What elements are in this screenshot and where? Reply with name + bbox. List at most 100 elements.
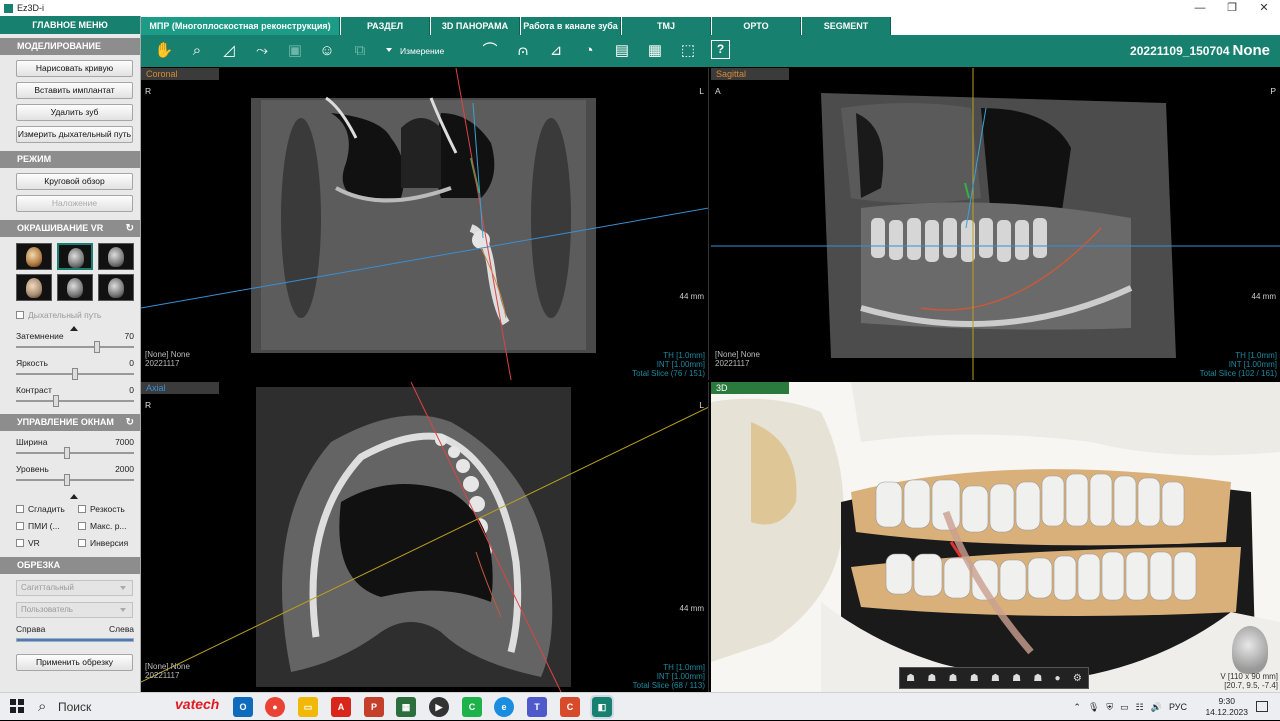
section-modeling[interactable]: МОДЕЛИРОВАНИЕ xyxy=(0,38,140,55)
vr-preset-thumbnail[interactable] xyxy=(98,243,134,270)
layout-icon[interactable]: ▤ xyxy=(611,40,633,62)
sagittal-viewport[interactable]: Sagittal A P 44 mm [None] None 20221117 T… xyxy=(711,68,1280,380)
view-settings-icon[interactable]: ⚙ xyxy=(1073,673,1082,684)
slider-knob[interactable] xyxy=(94,341,101,353)
measure-menu[interactable]: Измерение xyxy=(400,35,444,67)
edge-icon[interactable]: e xyxy=(494,697,514,717)
measure-airway-button[interactable]: Измерить дыхательный путь xyxy=(16,126,133,143)
max-checkbox[interactable]: Макс. р... xyxy=(78,518,140,534)
vr-checkbox[interactable]: VR xyxy=(16,535,78,551)
clock[interactable]: 9:30 14.12.2023 xyxy=(1205,696,1248,718)
arch-teeth-icon[interactable]: ⩀ xyxy=(512,40,534,62)
red-app-icon[interactable]: C xyxy=(560,697,580,717)
teams-icon[interactable]: T xyxy=(527,697,547,717)
sharpen-checkbox[interactable]: Резкость xyxy=(78,501,140,517)
green-app-icon[interactable]: C xyxy=(462,697,482,717)
mip-checkbox[interactable]: ПМИ (... xyxy=(16,518,78,534)
volume-icon[interactable]: 🔊 xyxy=(1151,702,1162,713)
cube-icon[interactable]: ⬚ xyxy=(677,40,699,62)
insert-implant-button[interactable]: Вставить имплантат xyxy=(16,82,133,99)
remove-tooth-button[interactable]: Удалить зуб xyxy=(16,104,133,121)
help-button[interactable]: ? xyxy=(711,40,730,59)
arch-icon[interactable]: ⌒ xyxy=(479,40,501,62)
people-icon[interactable]: ☺ xyxy=(316,40,338,62)
explorer-icon[interactable]: ▭ xyxy=(298,697,318,717)
view-reset-icon[interactable]: ● xyxy=(1055,673,1061,684)
chevron-up-icon[interactable]: ⌃ xyxy=(1073,702,1081,713)
smooth-checkbox[interactable]: Сгладить xyxy=(16,501,78,517)
grid-view-icon[interactable]: ▦ xyxy=(644,40,666,62)
view-right-icon[interactable]: ☗ xyxy=(970,673,979,684)
tab-section[interactable]: РАЗДЕЛ xyxy=(341,17,430,35)
crop-range-slider[interactable] xyxy=(16,638,134,642)
slider-knob[interactable] xyxy=(72,368,78,380)
width-slider[interactable]: Ширина 7000 xyxy=(16,437,134,464)
section-vr-coloring[interactable]: ОКРАШИВАНИЕ VR ↻ xyxy=(0,220,140,237)
windows-start-icon[interactable] xyxy=(10,699,24,713)
view-front-icon[interactable]: ☗ xyxy=(906,673,915,684)
tab-segment[interactable]: SEGMENT xyxy=(802,17,891,35)
apply-crop-button[interactable]: Применить обрезку xyxy=(16,654,133,671)
volume-3d-viewport[interactable]: 3D ☗ ☗ ☗ ☗ ☗ ☗ ☗ ● ⚙ V [110 x 90 mm] [20.… xyxy=(711,382,1280,692)
refresh-icon[interactable]: ↻ xyxy=(126,220,134,237)
section-window-control[interactable]: УПРАВЛЕНИЕ ОКНАМ ↻ xyxy=(0,414,140,431)
zoom-icon[interactable]: ⌕ xyxy=(186,40,208,62)
pan-hand-icon[interactable]: ✋ xyxy=(153,40,175,62)
angle-icon[interactable]: ◿ xyxy=(218,40,240,62)
head-orientation-icon[interactable] xyxy=(1232,626,1268,674)
export-icon[interactable]: ⧉ xyxy=(349,40,371,62)
vr-preset-thumbnail[interactable] xyxy=(57,243,93,270)
restore-button[interactable]: ❐ xyxy=(1216,0,1248,16)
chrome-icon[interactable]: ● xyxy=(265,697,285,717)
defender-icon[interactable]: ⛨ xyxy=(1106,702,1113,713)
notification-icon[interactable] xyxy=(1256,701,1268,712)
slider-knob[interactable] xyxy=(52,395,59,407)
ez3d-app-icon[interactable]: ◧ xyxy=(590,695,614,719)
network-icon[interactable]: ☷ xyxy=(1136,702,1144,713)
slider-knob[interactable] xyxy=(64,447,71,459)
battery-icon[interactable]: ▭ xyxy=(1120,702,1129,713)
view-oblique-icon[interactable]: ☗ xyxy=(1033,673,1042,684)
tab-mpr[interactable]: МПР (Многоплоскостная реконструкция) xyxy=(141,17,340,35)
taskbar-search[interactable]: Поиск xyxy=(32,695,168,719)
slider-knob[interactable] xyxy=(64,474,71,486)
tab-canal[interactable]: Работа в канале зуба xyxy=(521,17,621,35)
media-player-icon[interactable]: ▶ xyxy=(429,697,449,717)
chevron-down-icon[interactable] xyxy=(386,48,392,52)
vr-preset-thumbnail[interactable] xyxy=(98,274,134,301)
vr-preset-thumbnail[interactable] xyxy=(16,243,52,270)
view-top-icon[interactable]: ☗ xyxy=(991,673,1000,684)
level-slider[interactable]: Уровень 2000 xyxy=(16,464,134,491)
acrobat-icon[interactable]: A xyxy=(331,697,351,717)
axial-viewport[interactable]: Axial R L 44 mm [None] None 20221117 TH [… xyxy=(141,382,709,692)
coronal-viewport[interactable]: Coronal R L 44 mm [None] None 20221117 TH… xyxy=(141,68,709,380)
ruler-angle-icon[interactable]: ⊿ xyxy=(545,40,567,62)
main-menu-button[interactable]: ГЛАВНОЕ МЕНЮ xyxy=(0,16,140,34)
view-back-icon[interactable]: ☗ xyxy=(927,673,936,684)
calculator-icon[interactable]: ▦ xyxy=(396,697,416,717)
close-button[interactable]: ✕ xyxy=(1248,0,1280,16)
histogram-refresh-icon[interactable]: ↻ xyxy=(126,414,134,431)
curve-tool-icon[interactable]: ⤳ xyxy=(251,40,273,62)
vatech-logo[interactable]: vatech xyxy=(175,696,219,712)
section-mode[interactable]: РЕЖИМ xyxy=(0,151,140,168)
opacity-slider[interactable]: Затемнение 70 xyxy=(16,331,134,358)
powerpoint-icon[interactable]: P xyxy=(364,697,384,717)
overlay-button[interactable]: Наложение xyxy=(16,195,133,212)
draw-curve-button[interactable]: Нарисовать кривую xyxy=(16,60,133,77)
mic-icon[interactable]: 🎙 xyxy=(1088,702,1099,713)
brightness-slider[interactable]: Яркость 0 xyxy=(16,358,134,385)
crop-plane-dropdown[interactable]: Сагиттальный xyxy=(16,580,133,596)
contrast-slider[interactable]: Контраст 0 xyxy=(16,385,134,412)
outlook-icon[interactable]: O xyxy=(233,697,253,717)
circular-view-button[interactable]: Круговой обзор xyxy=(16,173,133,190)
vr-preset-thumbnail[interactable] xyxy=(57,274,93,301)
minimize-button[interactable]: — xyxy=(1184,0,1216,16)
invert-checkbox[interactable]: Инверсия xyxy=(78,535,140,551)
camera-icon[interactable]: ▣ xyxy=(284,40,306,62)
section-crop[interactable]: ОБРЕЗКА xyxy=(0,557,140,574)
vr-preset-thumbnail[interactable] xyxy=(16,274,52,301)
tab-tmj[interactable]: TMJ xyxy=(622,17,711,35)
tab-ortho[interactable]: ОРТО xyxy=(712,17,801,35)
reset-icon[interactable]: ◔ xyxy=(578,40,600,62)
